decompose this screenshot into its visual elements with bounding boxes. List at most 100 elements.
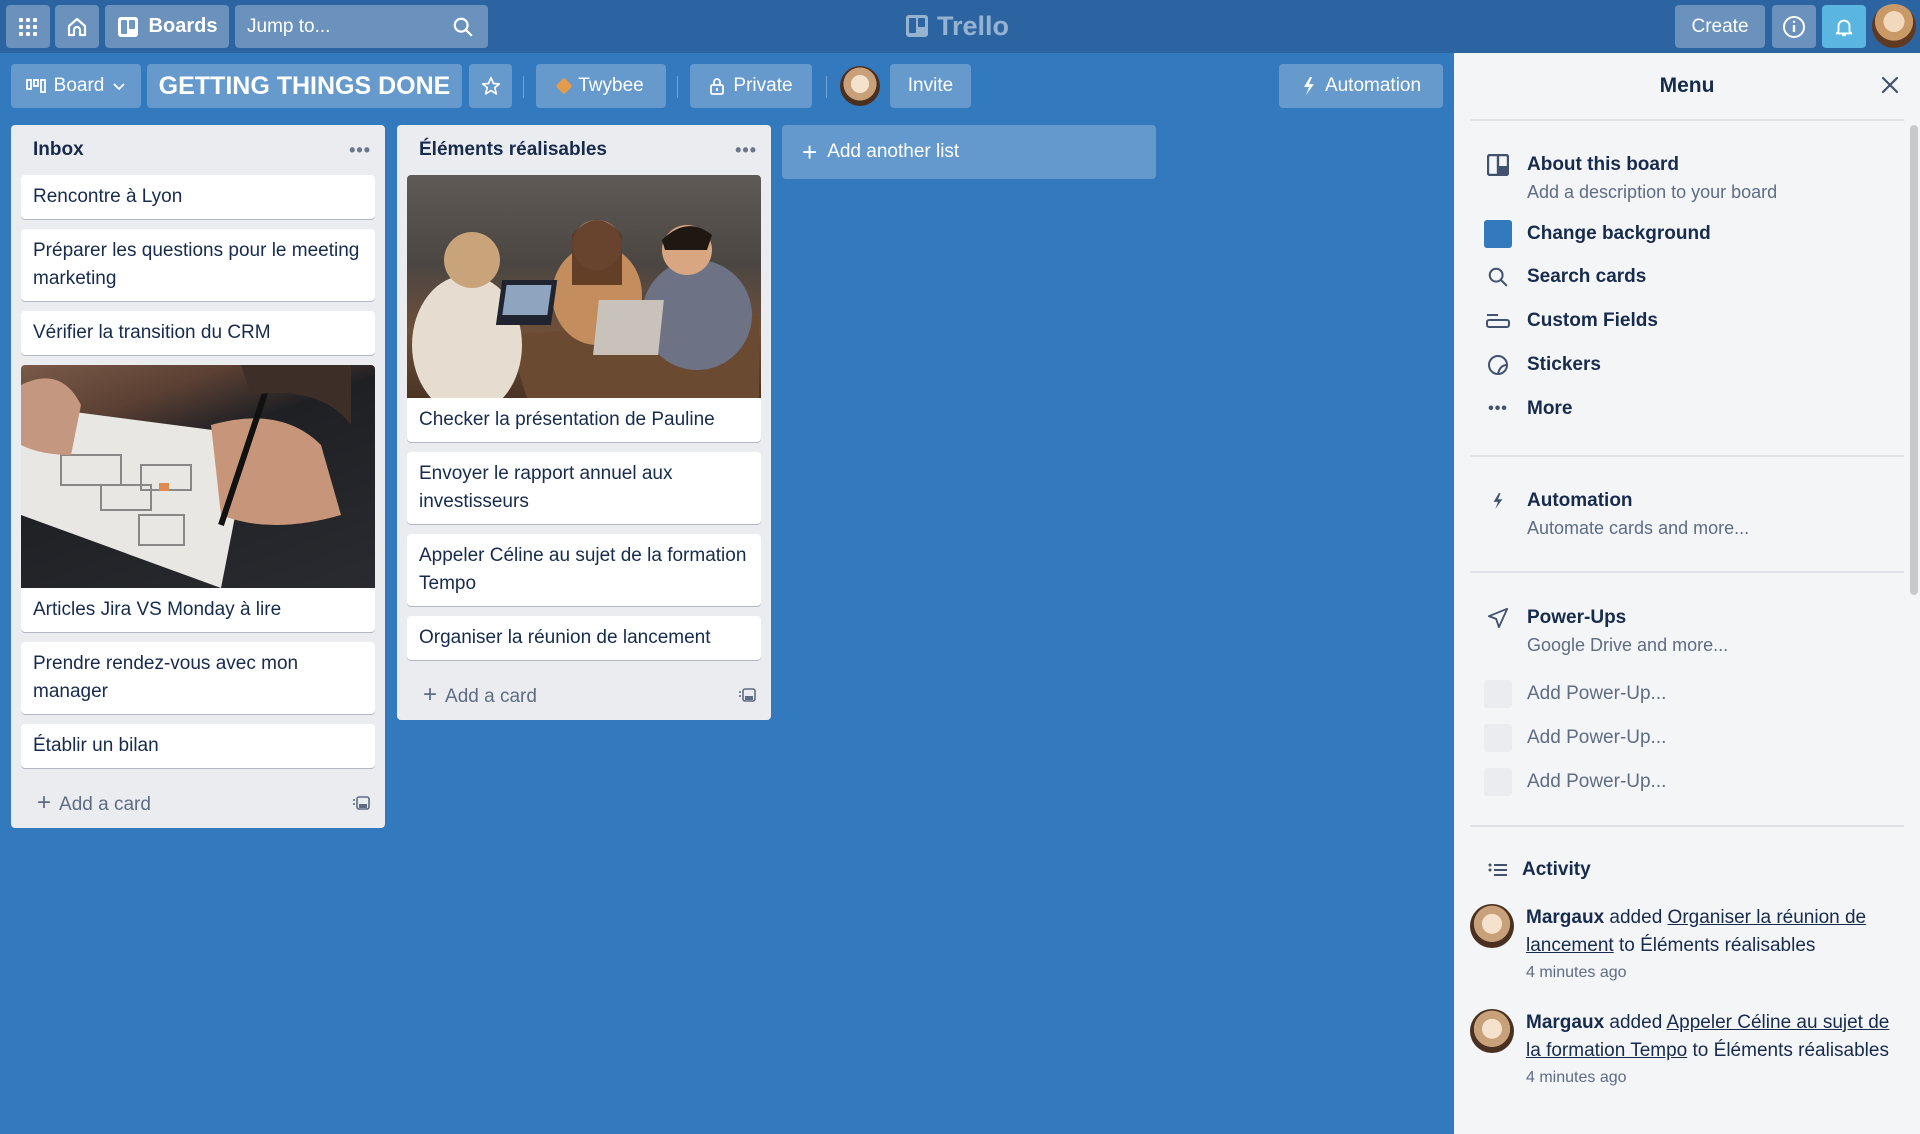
add-card-button[interactable]: + Add a card [11,778,385,828]
more-icon: ••• [1488,400,1508,417]
menu-divider [1470,571,1904,573]
list-menu-icon[interactable]: ••• [349,140,371,161]
card[interactable]: Préparer les questions pour le meeting m… [21,229,375,301]
card[interactable]: Établir un bilan [21,724,375,768]
chevron-down-icon [113,83,125,91]
search-input[interactable] [247,15,437,38]
menu-item-stickers[interactable]: Stickers [1484,351,1601,379]
workspace-button[interactable]: Twybee [536,64,666,108]
board-member-avatar[interactable] [840,66,880,106]
notifications-button[interactable] [1822,5,1866,48]
card-title: Établir un bilan [33,735,159,756]
board-title-text: GETTING THINGS DONE [158,71,451,100]
activity-title: Activity [1522,859,1591,880]
custom-fields-icon [1484,307,1512,335]
background-color-swatch [1484,220,1512,248]
automation-button[interactable]: Automation [1279,64,1443,108]
menu-item-title: Custom Fields [1527,310,1658,331]
card[interactable]: Appeler Céline au sujet de la formation … [407,534,761,606]
activity-avatar[interactable] [1470,1009,1514,1053]
activity-list-icon [1484,856,1512,884]
add-power-up-label: Add Power-Up... [1527,771,1667,792]
activity-connector: to [1692,1040,1709,1061]
card-title: Organiser la réunion de lancement [419,627,711,648]
menu-item-automation[interactable]: Automation Automate cards and more... [1484,487,1749,541]
card-with-cover[interactable]: Checker la présentation de Pauline [407,175,761,442]
card[interactable]: Rencontre à Lyon [21,175,375,219]
card-title: Vérifier la transition du CRM [33,322,271,343]
card-with-cover[interactable]: Articles Jira VS Monday à lire [21,365,375,632]
home-button[interactable] [55,5,99,48]
add-power-up-label: Add Power-Up... [1527,683,1667,704]
activity-entry: Margaux added Appeler Céline au sujet de… [1470,1009,1890,1091]
visibility-button[interactable]: Private [690,64,812,108]
add-power-up-slot[interactable]: Add Power-Up... [1484,724,1666,752]
trello-logo[interactable]: Trello [905,10,1009,42]
activity-action: added [1609,907,1663,928]
menu-item-subtitle: Automate cards and more... [1527,518,1750,538]
list-header: Inbox ••• [11,125,385,175]
card-title: Rencontre à Lyon [33,186,183,207]
create-button[interactable]: Create [1675,5,1765,48]
activity-list-name: Éléments réalisables [1713,1040,1889,1061]
board-title[interactable]: GETTING THINGS DONE [147,64,462,108]
menu-item-custom-fields[interactable]: Custom Fields [1484,307,1658,335]
trello-logo-icon [906,15,928,37]
power-up-placeholder-icon [1484,680,1512,708]
lock-icon [710,78,725,95]
board-menu-panel: Menu About this board Add a description … [1454,53,1920,1134]
invite-button[interactable]: Invite [890,64,971,108]
add-list-label: Add another list [827,141,960,162]
sketch-illustration [21,365,351,588]
info-button[interactable] [1772,5,1816,48]
top-navigation-bar: Boards Trello Create [0,0,1920,53]
list-title[interactable]: Inbox [33,139,84,161]
card[interactable]: Vérifier la transition du CRM [21,311,375,355]
menu-scrollbar[interactable] [1910,125,1918,595]
boards-label: Boards [148,15,218,37]
star-board-button[interactable] [469,64,512,108]
board-icon [117,16,138,37]
menu-item-power-ups[interactable]: Power-Ups Google Drive and more... [1484,604,1728,658]
card[interactable]: Organiser la réunion de lancement [407,616,761,660]
menu-divider [1470,455,1904,457]
create-label: Create [1691,15,1749,37]
menu-item-search-cards[interactable]: Search cards [1484,263,1646,291]
add-power-up-slot[interactable]: Add Power-Up... [1484,768,1666,796]
activity-user[interactable]: Margaux [1526,1012,1604,1033]
activity-header: Activity [1484,856,1591,884]
jump-to-search[interactable] [235,5,488,48]
list-menu-icon[interactable]: ••• [735,140,757,161]
add-card-button[interactable]: + Add a card [397,670,771,720]
menu-item-more[interactable]: ••• More [1484,395,1572,423]
board-view-switcher[interactable]: Board [11,64,141,108]
boards-button[interactable]: Boards [105,5,229,48]
power-up-placeholder-icon [1484,724,1512,752]
activity-avatar[interactable] [1470,904,1514,948]
header-divider [677,76,678,98]
add-another-list-button[interactable]: + Add another list [782,125,1156,179]
menu-header: Menu [1454,53,1920,119]
close-icon[interactable] [1878,73,1902,97]
menu-item-title: Automation [1527,490,1633,511]
list-title[interactable]: Éléments réalisables [419,139,607,161]
bell-icon [1835,19,1853,36]
lightning-icon [1303,77,1314,95]
template-icon[interactable] [353,795,371,811]
menu-title: Menu [1659,74,1715,97]
card-title: Préparer les questions pour le meeting m… [33,240,360,289]
card[interactable]: Envoyer le rapport annuel aux investisse… [407,452,761,524]
user-avatar[interactable] [1872,4,1916,48]
template-icon[interactable] [739,687,757,703]
add-power-up-slot[interactable]: Add Power-Up... [1484,680,1666,708]
menu-item-change-background[interactable]: Change background [1484,220,1711,248]
card[interactable]: Prendre rendez-vous avec mon manager [21,642,375,714]
plus-icon: + [423,681,438,708]
activity-user[interactable]: Margaux [1526,907,1604,928]
app-switcher-button[interactable] [6,5,50,48]
card-title: Checker la présentation de Pauline [419,409,715,430]
menu-item-about-board[interactable]: About this board Add a description to yo… [1484,151,1777,205]
menu-item-title: About this board [1527,154,1679,175]
card-cover-image [407,175,761,398]
card-title: Prendre rendez-vous avec mon manager [33,653,299,702]
